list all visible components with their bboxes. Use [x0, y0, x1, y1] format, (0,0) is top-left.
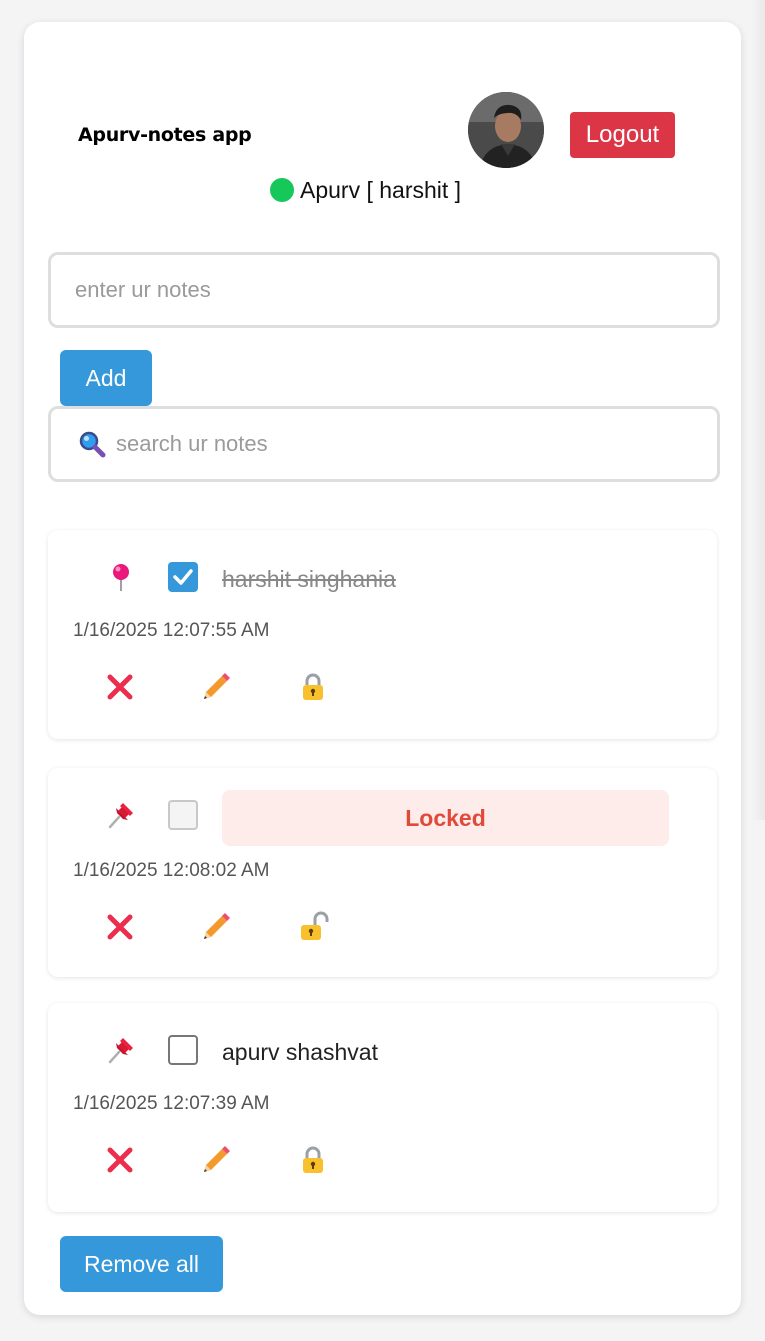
- search-input[interactable]: [116, 431, 717, 457]
- online-status-icon: [270, 178, 294, 202]
- search-box: [48, 406, 720, 482]
- edit-pencil-icon[interactable]: [199, 670, 233, 704]
- edit-pencil-icon[interactable]: [199, 1143, 233, 1177]
- note-complete-checkbox[interactable]: [168, 562, 198, 592]
- pinned-pin-icon[interactable]: [106, 562, 136, 592]
- avatar: [468, 92, 544, 168]
- delete-icon[interactable]: [103, 910, 137, 944]
- notes-app-card: Apurv-notes app Logout Apurv [ harshit ]…: [24, 22, 741, 1315]
- add-note-button[interactable]: Add: [60, 350, 152, 406]
- note-date: 1/16/2025 12:07:55 AM: [73, 620, 270, 641]
- unpinned-pin-icon[interactable]: [106, 1035, 136, 1065]
- note-date: 1/16/2025 12:08:02 AM: [73, 860, 270, 881]
- note-card: harshit singhania 1/16/2025 12:07:55 AM: [48, 530, 717, 739]
- note-input-box: [48, 252, 720, 328]
- lock-closed-icon[interactable]: [296, 1143, 330, 1177]
- user-status: Apurv [ harshit ]: [270, 175, 461, 205]
- remove-all-button[interactable]: Remove all: [60, 1236, 223, 1292]
- search-icon: [78, 430, 106, 458]
- background-panel-edge: [752, 0, 765, 820]
- note-date: 1/16/2025 12:07:39 AM: [73, 1093, 270, 1114]
- note-complete-checkbox[interactable]: [168, 1035, 198, 1065]
- delete-icon[interactable]: [103, 670, 137, 704]
- note-card: apurv shashvat 1/16/2025 12:07:39 AM: [48, 1003, 717, 1212]
- note-card: Locked 1/16/2025 12:08:02 AM: [48, 768, 717, 977]
- logout-button[interactable]: Logout: [570, 112, 675, 158]
- delete-icon[interactable]: [103, 1143, 137, 1177]
- lock-closed-icon[interactable]: [296, 670, 330, 704]
- app-title: Apurv-notes app: [78, 124, 252, 146]
- note-complete-checkbox[interactable]: [168, 800, 198, 830]
- lock-open-icon[interactable]: [296, 910, 330, 944]
- user-status-label: Apurv [ harshit ]: [300, 176, 462, 203]
- locked-note-overlay: Locked: [222, 790, 669, 846]
- note-text: harshit singhania: [222, 566, 396, 592]
- note-text: apurv shashvat: [222, 1039, 378, 1065]
- note-input[interactable]: [75, 277, 717, 303]
- edit-pencil-icon[interactable]: [199, 910, 233, 944]
- unpinned-pin-icon[interactable]: [106, 800, 136, 830]
